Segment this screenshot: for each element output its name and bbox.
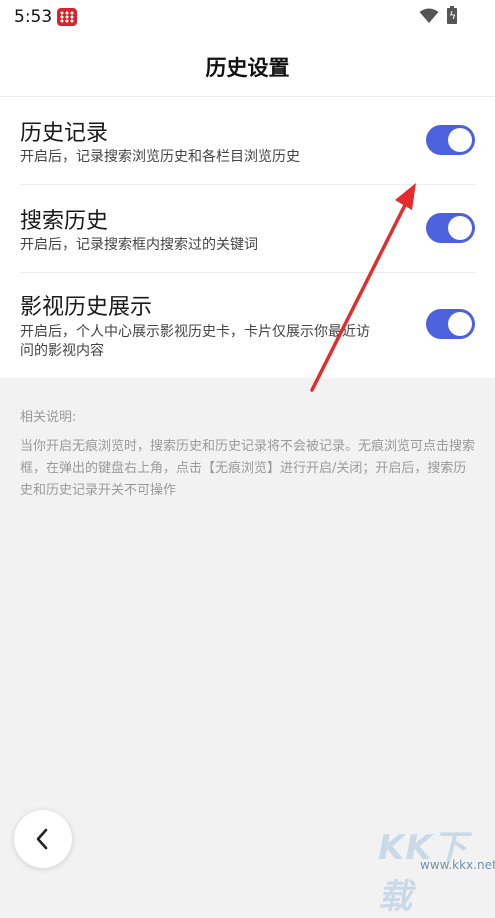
video-history-toggle[interactable] bbox=[426, 309, 475, 339]
settings-list: 历史记录 开启后，记录搜索浏览历史和各栏目浏览历史 搜索历史 开启后，记录搜索框… bbox=[0, 97, 495, 378]
setting-description: 开启后，个人中心展示影视历史卡，卡片仅展示你最近访问的影视内容 bbox=[20, 324, 370, 359]
setting-title: 搜索历史 bbox=[20, 209, 109, 234]
back-button[interactable] bbox=[14, 810, 72, 868]
setting-row-search-history: 搜索历史 开启后，记录搜索框内搜索过的关键词 bbox=[0, 185, 495, 273]
watermark-url: www.kkx.net bbox=[420, 858, 495, 872]
history-record-toggle[interactable] bbox=[426, 125, 475, 155]
setting-title: 历史记录 bbox=[20, 121, 109, 146]
watermark: KK下载 www.kkx.net bbox=[378, 820, 495, 917]
search-history-toggle[interactable] bbox=[426, 213, 475, 243]
app-badge-icon bbox=[57, 8, 77, 26]
setting-title: 影视历史展示 bbox=[20, 295, 153, 320]
notes-body: 当你开启无痕浏览时，搜索历史和历史记录将不会被记录。无痕浏览可点击搜索框，在弹出… bbox=[20, 439, 476, 498]
chevron-left-icon bbox=[36, 828, 48, 850]
battery-charging-icon: ϟ bbox=[447, 6, 457, 24]
page-title: 历史设置 bbox=[205, 56, 290, 80]
notes-heading: 相关说明: bbox=[20, 410, 77, 425]
wifi-icon bbox=[419, 8, 439, 23]
setting-description: 开启后，记录搜索浏览历史和各栏目浏览历史 bbox=[20, 149, 300, 165]
status-bar: 5:53 ϟ bbox=[0, 0, 495, 34]
header: 历史设置 bbox=[0, 34, 495, 97]
setting-row-video-history: 影视历史展示 开启后，个人中心展示影视历史卡，卡片仅展示你最近访问的影视内容 bbox=[0, 273, 495, 378]
setting-row-history-record: 历史记录 开启后，记录搜索浏览历史和各栏目浏览历史 bbox=[0, 97, 495, 185]
status-time: 5:53 bbox=[14, 7, 53, 27]
toggle-knob bbox=[448, 312, 472, 336]
toggle-knob bbox=[448, 128, 472, 152]
setting-description: 开启后，记录搜索框内搜索过的关键词 bbox=[20, 237, 258, 253]
toggle-knob bbox=[448, 216, 472, 240]
